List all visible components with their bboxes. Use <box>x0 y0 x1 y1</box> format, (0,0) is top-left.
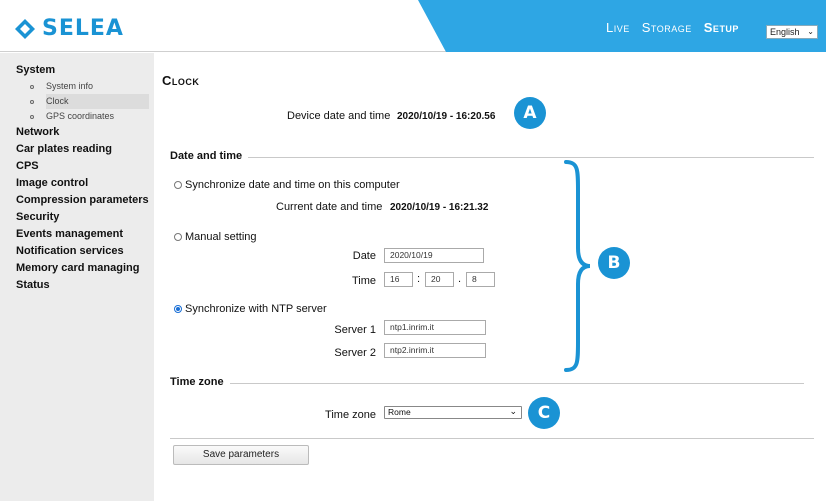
sidebar-subitem-label: Clock <box>46 94 149 109</box>
language-select[interactable]: English ⌄ <box>766 25 818 39</box>
sync-computer-option[interactable]: Synchronize date and time on this comput… <box>174 179 400 191</box>
bullet-icon <box>30 115 34 119</box>
sidebar-subitem-label: GPS coordinates <box>46 111 115 121</box>
chevron-down-icon: ⌄ <box>807 27 814 36</box>
bullet-icon <box>30 100 34 104</box>
ntp-option[interactable]: Synchronize with NTP server <box>174 303 327 315</box>
date-label: Date <box>352 250 376 262</box>
bullet-icon <box>30 85 34 89</box>
sidebar-item-security[interactable]: Security <box>0 209 154 226</box>
date-field[interactable]: 2020/10/19 <box>384 248 484 263</box>
time-seconds-field[interactable]: 8 <box>466 272 495 287</box>
sidebar-item-network[interactable]: Network <box>0 124 154 141</box>
chevron-down-icon: ⌄ <box>509 406 517 416</box>
sidebar-item-compression[interactable]: Compression parameters <box>0 192 154 209</box>
time-separator: : <box>417 273 421 285</box>
nav-storage[interactable]: Storage <box>642 20 692 35</box>
timezone-label: Time zone <box>325 409 376 421</box>
brand-name: SELEA <box>42 16 124 41</box>
sidebar-subitem-system-info[interactable]: System info <box>0 79 154 94</box>
sidebar-item-cps[interactable]: CPS <box>0 158 154 175</box>
sidebar: System System info Clock GPS coordinates… <box>0 53 154 501</box>
sidebar-item-image-control[interactable]: Image control <box>0 175 154 192</box>
time-hours-field[interactable]: 16 <box>384 272 413 287</box>
sidebar-item-events[interactable]: Events management <box>0 226 154 243</box>
nav-setup[interactable]: Setup <box>704 20 739 35</box>
sidebar-subitem-label: System info <box>46 81 94 91</box>
time-minutes-field[interactable]: 20 <box>425 272 454 287</box>
device-datetime-label: Device date and time <box>287 110 391 122</box>
language-value: English <box>770 27 800 37</box>
nav-live[interactable]: Live <box>606 20 630 35</box>
page-title: Clock <box>162 73 200 88</box>
time-label: Time <box>351 275 376 287</box>
save-parameters-button[interactable]: Save parameters <box>173 445 309 465</box>
ntp-label: Synchronize with NTP server <box>185 303 327 315</box>
annotation-badge-b: B <box>598 247 630 279</box>
sidebar-item-system[interactable]: System <box>0 62 154 79</box>
sidebar-item-car-plates[interactable]: Car plates reading <box>0 141 154 158</box>
brand-logo[interactable]: SELEA <box>14 16 124 41</box>
ntp-radio[interactable] <box>174 305 182 313</box>
selea-diamond-icon <box>15 18 35 39</box>
sync-computer-radio[interactable] <box>174 181 182 189</box>
manual-option[interactable]: Manual setting <box>174 231 257 243</box>
current-datetime-label: Current date and time <box>276 201 383 213</box>
device-datetime-value: 2020/10/19 - 16:20.56 <box>397 111 496 122</box>
annotation-brace <box>564 160 591 372</box>
sidebar-item-notifications[interactable]: Notification services <box>0 243 154 260</box>
section-divider <box>170 383 804 384</box>
sidebar-subitem-clock[interactable]: Clock <box>0 94 154 109</box>
sidebar-item-status[interactable]: Status <box>0 277 154 294</box>
server1-field[interactable]: ntp1.inrim.it <box>384 320 486 335</box>
sidebar-subitem-gps[interactable]: GPS coordinates <box>0 109 154 124</box>
timezone-value: Rome <box>388 407 411 417</box>
annotation-badge-a: A <box>514 97 546 129</box>
main-nav: Live Storage Setup <box>606 20 739 35</box>
annotation-badge-c: C <box>528 397 560 429</box>
sidebar-item-memory-card[interactable]: Memory card managing <box>0 260 154 277</box>
server2-label: Server 2 <box>334 347 376 359</box>
sync-computer-label: Synchronize date and time on this comput… <box>185 179 400 191</box>
timezone-select[interactable]: Rome ⌄ <box>384 406 522 419</box>
server1-label: Server 1 <box>334 324 376 336</box>
section-divider <box>170 438 814 439</box>
section-divider <box>170 157 814 158</box>
server2-field[interactable]: ntp2.inrim.it <box>384 343 486 358</box>
date-time-section-title: Date and time <box>170 150 249 162</box>
manual-label: Manual setting <box>185 231 257 243</box>
main-content: Clock Device date and time 2020/10/19 - … <box>156 53 826 501</box>
top-header: SELEA Live Storage Setup English ⌄ <box>0 0 826 52</box>
current-datetime-value: 2020/10/19 - 16:21.32 <box>390 202 489 213</box>
manual-radio[interactable] <box>174 233 182 241</box>
time-separator: . <box>458 273 462 285</box>
timezone-section-title: Time zone <box>170 376 230 388</box>
